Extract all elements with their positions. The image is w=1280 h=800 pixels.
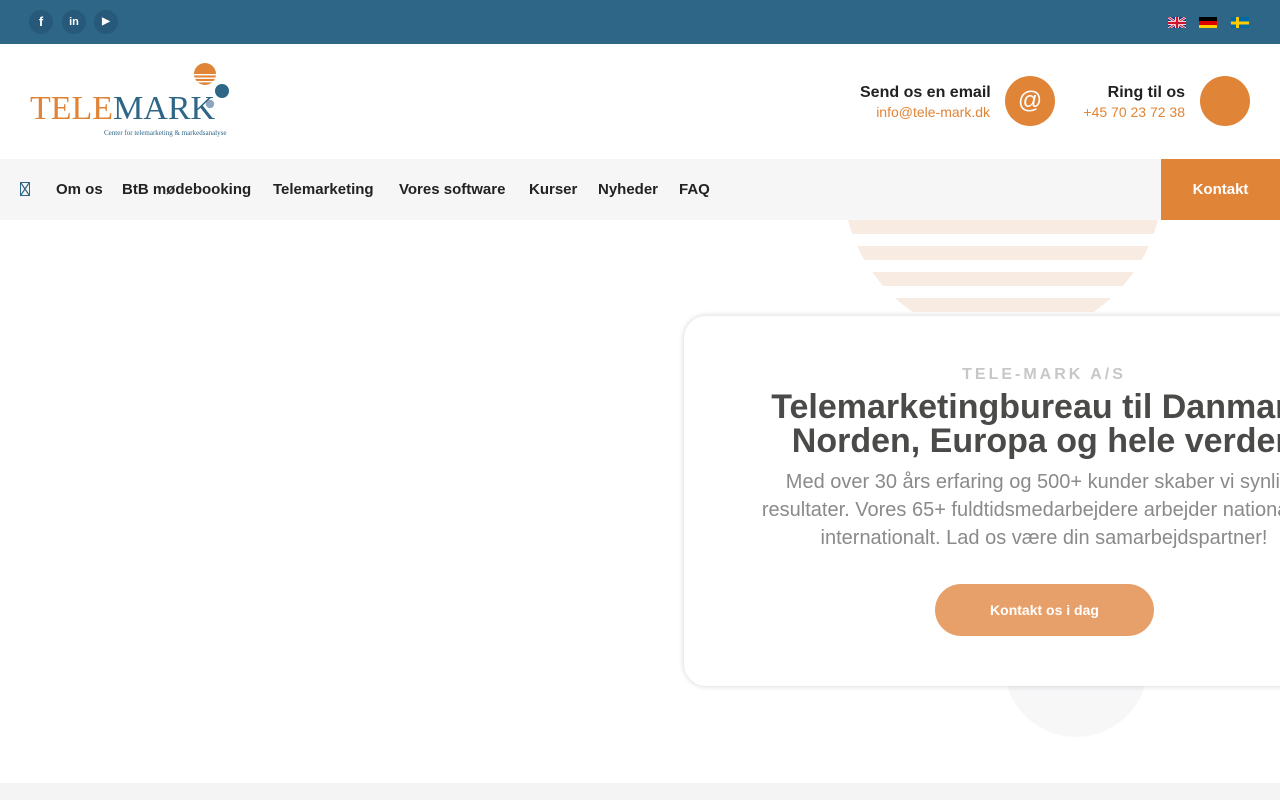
hero-headline-line-2: Norden, Europa og hele verden [791, 422, 1280, 460]
nav-item-kurser[interactable]: Kurser [529, 159, 577, 220]
at-sign-icon[interactable]: @ [1005, 76, 1055, 126]
hero-eyebrow: TELE-MARK A/S [962, 366, 1126, 383]
hero-description-line-2: resultater. Vores 65+ fuldtidsmedarbejde… [761, 499, 1280, 521]
hero-description-line-3: internationalt. Lad os være din samarbej… [820, 527, 1268, 549]
main-navigation: Om os BtB mødebooking Telemarketing Vore… [0, 159, 1280, 220]
nav-item-telemarketing[interactable]: Telemarketing [273, 159, 374, 220]
hero-section: TELE-MARK A/S Telemarketingbureau til Da… [0, 220, 1280, 783]
german-flag[interactable] [1199, 16, 1217, 28]
phone-title: Ring til os [1107, 84, 1185, 101]
top-bar: f in ▶ [0, 0, 1280, 44]
nav-item-om-os[interactable]: Om os [56, 159, 103, 220]
email-address-link[interactable]: info@tele-mark.dk [860, 104, 990, 120]
hero-headline-line-1: Telemarketingbureau til Danmark, [771, 388, 1280, 426]
logo-wordmark: TELEMARK [30, 90, 216, 127]
hero-description: Med over 30 års erfaring og 500+ kunder … [684, 468, 1280, 552]
phone-number-link[interactable]: +45 70 23 72 38 [1060, 104, 1185, 120]
nav-item-vores-software[interactable]: Vores software [399, 159, 505, 220]
nav-item-btb-modebooking[interactable]: BtB mødebooking [122, 159, 251, 220]
nav-item-faq[interactable]: FAQ [679, 159, 710, 220]
phone-icon[interactable] [1200, 76, 1250, 126]
hero-card: TELE-MARK A/S Telemarketingbureau til Da… [684, 316, 1280, 686]
hero-description-line-1: Med over 30 års erfaring og 500+ kunder … [785, 471, 1280, 493]
nav-item-nyheder[interactable]: Nyheder [598, 159, 658, 220]
hero-headline: Telemarketingbureau til Danmark, Norden,… [684, 390, 1280, 458]
kontakt-button[interactable]: Kontakt [1161, 159, 1280, 220]
email-title: Send os en email [860, 84, 991, 101]
kontakt-os-i-dag-button[interactable]: Kontakt os i dag [935, 584, 1154, 636]
youtube-icon[interactable]: ▶ [94, 10, 118, 34]
telemark-logo[interactable]: TELEMARK Center for telemarketing & mark… [30, 62, 240, 142]
english-flag[interactable] [1168, 16, 1186, 28]
site-header: TELEMARK Center for telemarketing & mark… [0, 44, 1280, 159]
logo-tagline: Center for telemarketing & markedsanalys… [104, 129, 227, 137]
swedish-flag[interactable] [1231, 16, 1249, 28]
home-icon[interactable] [20, 182, 30, 196]
facebook-icon[interactable]: f [29, 10, 53, 34]
section-divider [0, 783, 1280, 800]
linkedin-icon[interactable]: in [62, 10, 86, 34]
